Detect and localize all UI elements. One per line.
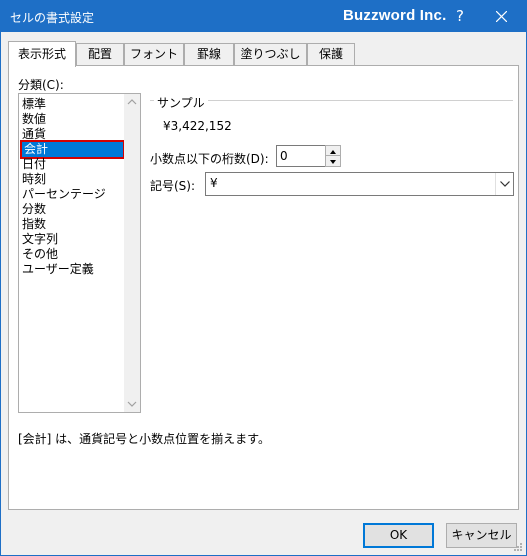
sample-value: ¥3,422,152 (163, 119, 232, 133)
category-list[interactable]: 標準 数値 通貨 会計 日付 時刻 パーセンテージ 分数 指数 文字列 その他 … (18, 93, 141, 413)
category-scrollbar[interactable] (124, 94, 140, 412)
category-item[interactable]: 日付 (22, 157, 46, 172)
tab-fill[interactable]: 塗りつぶし (234, 43, 307, 66)
category-item[interactable]: 数値 (22, 112, 46, 127)
number-tab-panel: 分類(C): 標準 数値 通貨 会計 日付 時刻 パーセンテージ 分数 指数 文… (8, 65, 519, 510)
scroll-up-button[interactable] (124, 94, 140, 110)
symbol-dropdown-button[interactable] (495, 173, 513, 195)
symbol-label: 記号(S): (150, 179, 196, 193)
resize-grip-icon[interactable] (513, 542, 523, 552)
category-item[interactable]: パーセンテージ (22, 187, 106, 202)
tab-alignment[interactable]: 配置 (76, 43, 124, 66)
dialog-title: セルの書式設定 (10, 11, 95, 25)
sample-label: サンプル (154, 94, 208, 111)
tab-font[interactable]: フォント (124, 43, 184, 66)
tab-number[interactable]: 表示形式 (8, 41, 76, 67)
brand-label: Buzzword Inc. (343, 7, 447, 24)
category-label: 分類(C): (18, 78, 64, 92)
format-cells-dialog: セルの書式設定 Buzzword Inc. ? 表示形式 配置 フォント 罫線 … (0, 0, 527, 556)
category-description: [会計] は、通貨記号と小数点位置を揃えます。 (18, 432, 270, 446)
decimal-places-label: 小数点以下の桁数(D): (150, 152, 269, 166)
ok-button[interactable]: OK (363, 523, 434, 548)
close-icon (496, 11, 507, 22)
chevron-up-icon (127, 99, 137, 105)
tab-protection[interactable]: 保護 (307, 43, 355, 66)
category-item[interactable]: 指数 (22, 217, 46, 232)
title-bar[interactable]: セルの書式設定 Buzzword Inc. ? (1, 1, 526, 32)
spin-up-button[interactable] (326, 146, 340, 156)
category-item[interactable]: 文字列 (22, 232, 58, 247)
help-button[interactable]: ? (445, 1, 475, 32)
scroll-down-button[interactable] (124, 396, 140, 412)
category-item[interactable]: 標準 (22, 97, 46, 112)
close-button[interactable] (484, 1, 520, 32)
category-item[interactable]: 分数 (22, 202, 46, 217)
triangle-down-icon (330, 160, 336, 164)
category-item[interactable]: その他 (22, 247, 58, 262)
cancel-button[interactable]: キャンセル (446, 523, 517, 548)
chevron-down-icon (127, 401, 137, 407)
chevron-down-icon (500, 181, 510, 187)
symbol-value: ¥ (210, 176, 218, 190)
decimal-places-spinner[interactable] (325, 145, 341, 167)
category-item[interactable]: ユーザー定義 (22, 262, 94, 277)
decimal-places-input[interactable]: 0 (276, 145, 329, 167)
tab-border[interactable]: 罫線 (184, 43, 234, 66)
spin-down-button[interactable] (326, 156, 340, 166)
category-item[interactable]: 時刻 (22, 172, 46, 187)
symbol-dropdown[interactable]: ¥ (205, 172, 514, 196)
